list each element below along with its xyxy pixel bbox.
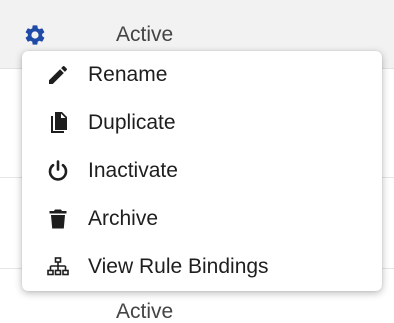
gear-icon[interactable] xyxy=(23,23,47,47)
trash-icon xyxy=(45,206,71,232)
context-menu: Rename Duplicate Inactivate Archive View… xyxy=(22,51,382,291)
menu-item-label: Inactivate xyxy=(88,159,178,182)
menu-item-view-rule-bindings[interactable]: View Rule Bindings xyxy=(22,243,382,291)
menu-item-label: Archive xyxy=(88,207,159,230)
menu-item-archive[interactable]: Archive xyxy=(22,195,382,243)
menu-item-label: Rename xyxy=(88,63,168,86)
pencil-icon xyxy=(45,62,71,88)
menu-item-label: View Rule Bindings xyxy=(88,255,269,278)
status-text: Active xyxy=(116,23,174,46)
menu-item-label: Duplicate xyxy=(88,111,176,134)
menu-item-inactivate[interactable]: Inactivate xyxy=(22,147,382,195)
menu-item-duplicate[interactable]: Duplicate xyxy=(22,99,382,147)
menu-item-rename[interactable]: Rename xyxy=(22,51,382,99)
sitemap-icon xyxy=(45,254,71,280)
power-icon xyxy=(45,158,71,184)
copy-icon xyxy=(45,110,71,136)
